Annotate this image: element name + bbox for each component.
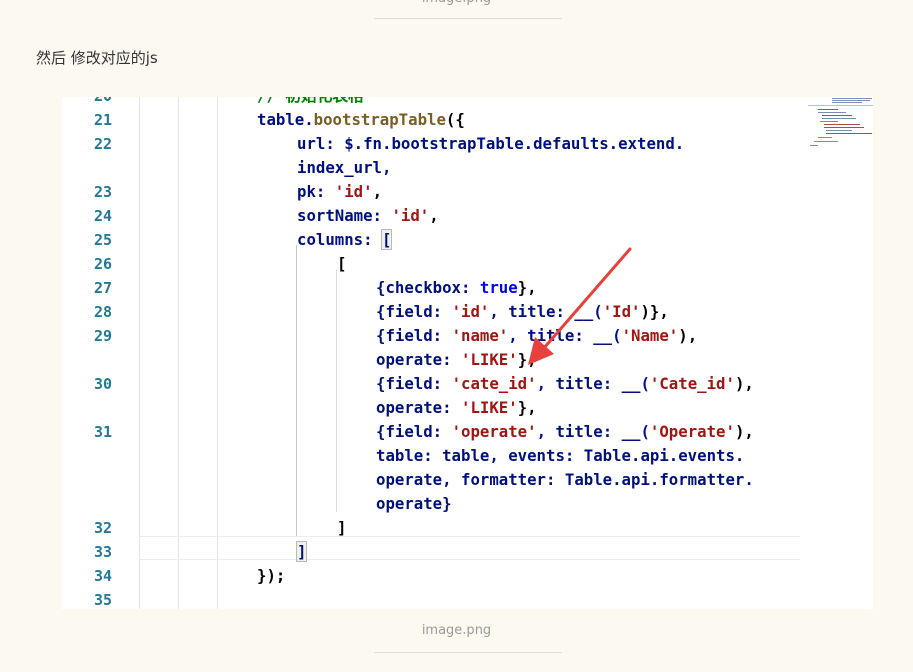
annotation-arrow-shaft bbox=[542, 247, 632, 350]
annotation-arrow bbox=[528, 247, 632, 365]
